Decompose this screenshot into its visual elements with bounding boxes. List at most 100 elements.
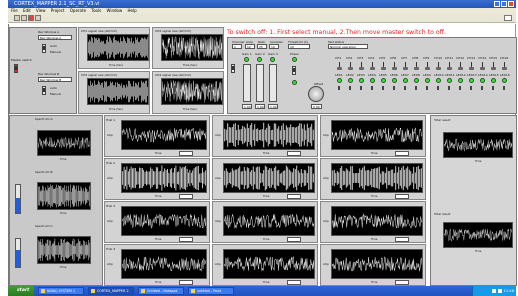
rec-b-field[interactable]: Rec Window B xyxy=(38,77,72,82)
channel-switch[interactable] xyxy=(436,62,441,70)
taskbar-item-1[interactable]: NIDAQ SYSTEM 1 xyxy=(38,287,84,295)
channel-switch[interactable] xyxy=(403,62,408,70)
channel-switch[interactable] xyxy=(370,62,375,70)
spectrum-b-plot[interactable] xyxy=(37,182,91,210)
menu-file[interactable]: File xyxy=(11,8,18,13)
channel-stepper[interactable] xyxy=(481,86,483,90)
channel-switch[interactable] xyxy=(425,62,430,70)
trial-zoom-field[interactable] xyxy=(287,280,301,285)
trial-zoom-field[interactable] xyxy=(179,237,193,242)
power-switch[interactable] xyxy=(292,66,296,75)
upper-plot-3[interactable] xyxy=(87,78,149,105)
close-button[interactable] xyxy=(508,1,514,7)
trial-plot[interactable] xyxy=(121,163,207,193)
gain-1-value[interactable]: 1.00 xyxy=(242,104,252,109)
upper-plot-4[interactable] xyxy=(161,78,223,105)
channel-stepper[interactable] xyxy=(371,86,373,90)
trial-plot[interactable] xyxy=(331,163,423,193)
channel-switch[interactable] xyxy=(502,62,507,70)
channel-stepper[interactable] xyxy=(338,86,340,90)
channel-stepper[interactable] xyxy=(492,86,494,90)
channel-stepper[interactable] xyxy=(437,86,439,90)
trial-plot[interactable] xyxy=(331,249,423,279)
menu-window[interactable]: Window xyxy=(106,8,122,13)
menu-project[interactable]: Project xyxy=(51,8,65,13)
trial-plot[interactable] xyxy=(331,206,423,236)
gain-3-value[interactable]: 1.00 xyxy=(268,104,278,109)
gain-1-slider[interactable] xyxy=(243,64,251,102)
trial-plot[interactable] xyxy=(223,206,315,236)
channel-switch[interactable] xyxy=(348,62,353,70)
channel-switch[interactable] xyxy=(458,62,463,70)
trial-zoom-field[interactable] xyxy=(179,151,193,156)
trial-zoom-field[interactable] xyxy=(179,194,193,199)
samples-field[interactable]: 10 xyxy=(269,44,279,49)
maximize-button[interactable] xyxy=(501,1,507,7)
menu-operate[interactable]: Operate xyxy=(70,8,86,13)
channel-stepper[interactable] xyxy=(349,86,351,90)
trial-plot[interactable] xyxy=(121,249,207,279)
tray-icon[interactable] xyxy=(491,289,496,293)
channel-switch[interactable] xyxy=(447,62,452,70)
abort-icon[interactable] xyxy=(28,15,34,21)
upper-plot-1[interactable] xyxy=(87,34,149,61)
channel-stepper[interactable] xyxy=(382,86,384,90)
taskbar-item-3[interactable]: Untitled - Notepad xyxy=(138,287,184,295)
trial-plot[interactable] xyxy=(121,206,207,236)
total-result-bottom-plot[interactable] xyxy=(443,222,513,248)
trial-plot[interactable] xyxy=(223,120,315,150)
channel-stepper[interactable] xyxy=(459,86,461,90)
threshold-field[interactable]: 10 xyxy=(288,44,310,49)
spectrum-c-plot[interactable] xyxy=(37,236,91,264)
channel-stepper[interactable] xyxy=(426,86,428,90)
menu-edit[interactable]: Edit xyxy=(23,8,31,13)
trial-plot[interactable] xyxy=(331,120,423,150)
master-switch[interactable] xyxy=(14,64,18,73)
menu-view[interactable]: View xyxy=(36,8,46,13)
channel-switch[interactable] xyxy=(414,62,419,70)
channel-switch[interactable] xyxy=(337,62,342,70)
menu-help[interactable]: Help xyxy=(128,8,137,13)
trial-plot[interactable] xyxy=(223,163,315,193)
trial-plot[interactable] xyxy=(223,249,315,279)
channel-switch[interactable] xyxy=(480,62,485,70)
channel-switch[interactable] xyxy=(381,62,386,70)
pause-icon[interactable] xyxy=(35,15,41,21)
auto-manual-switch-a[interactable] xyxy=(42,44,46,53)
window-titlebar[interactable]: CORTEX_MAPPER 2.1_SC_RT_V3.vi xyxy=(8,0,516,8)
channel-switch[interactable] xyxy=(469,62,474,70)
taskbar-item-2[interactable]: CORTEX_MAPPER 2 xyxy=(88,287,134,295)
trial-zoom-field[interactable] xyxy=(395,151,409,156)
trial-zoom-field[interactable] xyxy=(287,151,301,156)
trial-zoom-field[interactable] xyxy=(287,237,301,242)
total-result-top-plot[interactable] xyxy=(443,132,513,158)
gain-3-slider[interactable] xyxy=(269,64,277,102)
start-button[interactable]: start xyxy=(8,286,34,296)
run-arrow-icon[interactable] xyxy=(14,15,20,21)
offset-knob[interactable] xyxy=(308,86,324,102)
trial-zoom-field[interactable] xyxy=(395,194,409,199)
rate-field[interactable]: 25 xyxy=(257,44,267,49)
trial-zoom-field[interactable] xyxy=(287,194,301,199)
channel-switch[interactable] xyxy=(392,62,397,70)
auto-manual-switch-b[interactable] xyxy=(42,86,46,95)
trial-plot[interactable] xyxy=(121,120,207,150)
channel-stepper[interactable] xyxy=(360,86,362,90)
taskbar-item-4[interactable]: untitled - Paint xyxy=(188,287,234,295)
menu-tools[interactable]: Tools xyxy=(91,8,101,13)
trial-zoom-field[interactable] xyxy=(395,280,409,285)
channel-stepper[interactable] xyxy=(393,86,395,90)
channel-stepper[interactable] xyxy=(470,86,472,90)
channel-stepper[interactable] xyxy=(448,86,450,90)
upper-plot-2[interactable] xyxy=(161,34,223,61)
gain-2-slider[interactable] xyxy=(256,64,264,102)
channel-stepper[interactable] xyxy=(404,86,406,90)
gain-2-value[interactable]: 1.00 xyxy=(255,104,265,109)
mode-switch[interactable] xyxy=(231,64,235,73)
channel-stepper[interactable] xyxy=(503,86,505,90)
trial-zoom-field[interactable] xyxy=(395,237,409,242)
run-continuous-icon[interactable] xyxy=(21,15,27,21)
channel-switch[interactable] xyxy=(359,62,364,70)
channel-switch[interactable] xyxy=(491,62,496,70)
offset-value[interactable]: 0.00 xyxy=(311,104,322,109)
